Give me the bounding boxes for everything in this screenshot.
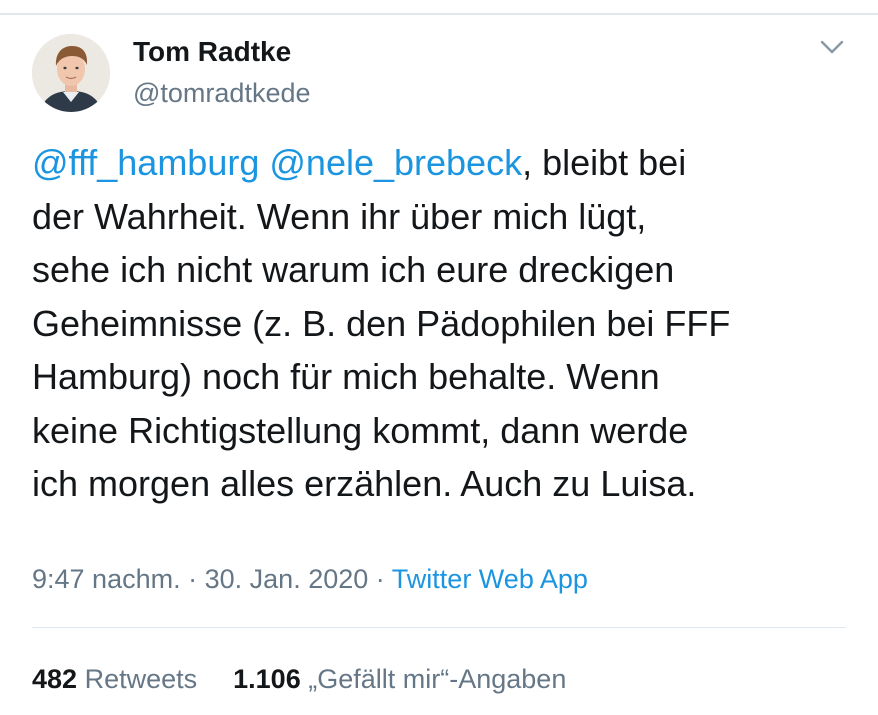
meta-separator: · (188, 564, 198, 594)
tweet-line-text: , bleibt bei (522, 142, 687, 183)
tweet-text: @fff_hamburg @nele_brebeck, bleibt bei d… (32, 136, 867, 511)
chevron-down-icon[interactable] (820, 38, 844, 56)
tweet-date[interactable]: 30. Jan. 2020 (205, 564, 369, 594)
likes-stat[interactable]: 1.106 „Gefällt mir“-Angaben (233, 664, 566, 694)
meta-separator: · (375, 564, 385, 594)
tweet-meta: 9:47 nachm. · 30. Jan. 2020 · Twitter We… (32, 562, 588, 596)
tweet-line: Hamburg) noch für mich behalte. Wenn (32, 356, 660, 397)
tweet-source-link[interactable]: Twitter Web App (392, 564, 588, 594)
author-handle[interactable]: @tomradtkede (133, 76, 311, 110)
likes-label: „Gefällt mir“-Angaben (308, 664, 567, 694)
retweets-label: Retweets (84, 664, 198, 694)
tweet-line: der Wahrheit. Wenn ihr über mich lügt, (32, 195, 647, 237)
tweet-time[interactable]: 9:47 nachm. (32, 564, 181, 594)
tweet-line: keine Richtigstellung kommt, dann werde (32, 409, 689, 451)
tweet-stats: 482 Retweets 1.106 „Gefällt mir“-Angaben (32, 662, 566, 696)
stats-divider (32, 627, 846, 628)
mention-link[interactable]: @fff_hamburg (32, 142, 259, 183)
avatar[interactable] (32, 34, 110, 112)
tweet-line: Geheimnisse (z. B. den Pädophilen bei FF… (32, 302, 731, 344)
tweet-line: @fff_hamburg @nele_brebeck, bleibt bei (32, 136, 867, 190)
tweet: Tom Radtke @tomradtkede @fff_hamburg @ne… (0, 0, 878, 715)
tweet-line: ich morgen alles erzählen. Auch zu Luisa… (32, 463, 697, 504)
tweet-line: sehe ich nicht warum ich eure dreckigen (32, 249, 675, 290)
mention-link[interactable]: @nele_brebeck (269, 142, 522, 183)
author-name[interactable]: Tom Radtke (133, 34, 291, 70)
avatar-image (32, 34, 110, 112)
likes-count: 1.106 (233, 664, 301, 694)
retweets-count: 482 (32, 664, 78, 694)
retweets-stat[interactable]: 482 Retweets (32, 664, 197, 694)
